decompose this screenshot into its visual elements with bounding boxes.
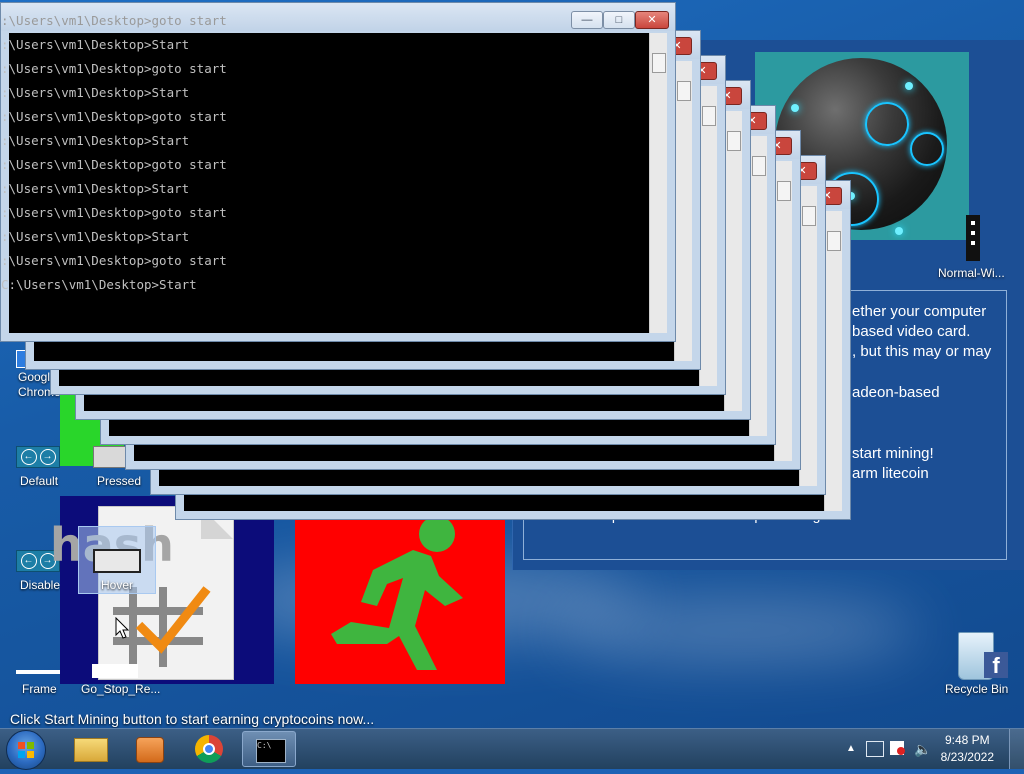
desktop[interactable]: ether your computer based video card. , …	[0, 0, 1024, 728]
show-hidden-icons-arrow[interactable]: ▲	[846, 743, 856, 754]
cmd-line: :\Users\vm1\Desktop>Start	[1, 133, 190, 148]
info-line: ether your computer	[852, 303, 987, 320]
default-button-icon[interactable]: ← →	[16, 446, 60, 468]
normal-widget-label: Normal-Wi...	[938, 266, 1005, 280]
start-mining-runner-tile[interactable]	[295, 502, 505, 684]
cmd-window-main[interactable]: — □ ✕ :\Users\vm1\Desktop>goto start :\U…	[0, 2, 676, 342]
media-player-icon	[136, 737, 164, 763]
glow-dot	[905, 82, 913, 90]
system-clock[interactable]: 9:48 PM 8/23/2022	[941, 732, 994, 766]
clock-date: 8/23/2022	[940, 750, 994, 764]
cmd-line: :\Users\vm1\Desktop>goto start	[1, 13, 227, 28]
go-stop-label: Go_Stop_Re...	[81, 682, 161, 696]
glow-dot	[791, 104, 799, 112]
mouse-cursor-icon	[115, 617, 129, 639]
chrome-icon	[195, 735, 223, 763]
windows-logo-icon	[18, 742, 34, 758]
taskbar-chrome-button[interactable]	[182, 731, 236, 767]
pressed-label: Pressed	[97, 474, 142, 488]
recycle-bin-label: Recycle Bin	[945, 682, 1009, 696]
cmd-line: :\Users\vm1\Desktop>Start	[1, 181, 190, 196]
info-line: , but this may or may	[852, 343, 992, 360]
frame-label: Frame	[22, 682, 57, 696]
info-line: adeon-based	[852, 384, 940, 401]
cmd-line: :\Users\vm1\Desktop>Start	[1, 37, 190, 52]
disable-label: Disable	[20, 578, 61, 592]
clock-time: 9:48 PM	[944, 733, 990, 747]
cmd-line: :\Users\vm1\Desktop>goto start	[1, 109, 227, 124]
cmd-line: C:\Users\vm1\Desktop>Start	[1, 277, 197, 292]
network-icon[interactable]	[866, 741, 884, 757]
show-desktop-button[interactable]	[1009, 729, 1024, 769]
cmd-line: :\Users\vm1\Desktop>goto start	[1, 253, 227, 268]
taskbar-media-button[interactable]	[122, 731, 176, 767]
running-man-icon	[331, 516, 463, 670]
glow-dot	[895, 227, 903, 235]
frame-icon[interactable]	[16, 670, 60, 674]
cmd-line: :\Users\vm1\Desktop>goto start	[1, 157, 227, 172]
scroll-thumb[interactable]	[652, 53, 666, 73]
taskbar[interactable]: C:\ ▲ 🔈 9:48 PM 8/23/2022	[0, 728, 1024, 770]
info-line: arm litecoin	[852, 465, 929, 482]
glow-ring	[865, 102, 909, 146]
normal-widget-icon[interactable]	[966, 215, 980, 261]
cmd-output: :\Users\vm1\Desktop>goto start :\Users\v…	[1, 13, 641, 301]
taskbar-cmd-button[interactable]: C:\	[242, 731, 296, 767]
cmd-line: :\Users\vm1\Desktop>Start	[1, 229, 190, 244]
taskbar-explorer-button[interactable]	[62, 731, 116, 767]
hover-button-icon[interactable]	[93, 549, 141, 573]
info-line: based video card.	[852, 323, 971, 340]
wallpaper-streak	[560, 600, 920, 660]
default-label: Default	[20, 474, 59, 488]
folder-icon	[74, 738, 108, 762]
cmd-scrollbar[interactable]	[649, 33, 667, 333]
cmd-line: :\Users\vm1\Desktop>goto start	[1, 61, 227, 76]
action-center-icon[interactable]	[890, 741, 905, 755]
start-orb-button[interactable]	[6, 730, 46, 770]
status-message: Click Start Mining button to start earni…	[10, 711, 375, 727]
volume-icon[interactable]: 🔈	[914, 741, 931, 758]
go-stop-icon[interactable]	[92, 664, 138, 678]
glow-ring	[910, 132, 944, 166]
info-line: start mining!	[852, 445, 934, 462]
facebook-badge-icon: f	[984, 652, 1008, 678]
cmd-line: :\Users\vm1\Desktop>Start	[1, 85, 190, 100]
cmd-icon: C:\	[256, 739, 286, 763]
hover-label: Hover	[101, 578, 134, 592]
cmd-line: :\Users\vm1\Desktop>goto start	[1, 205, 227, 220]
